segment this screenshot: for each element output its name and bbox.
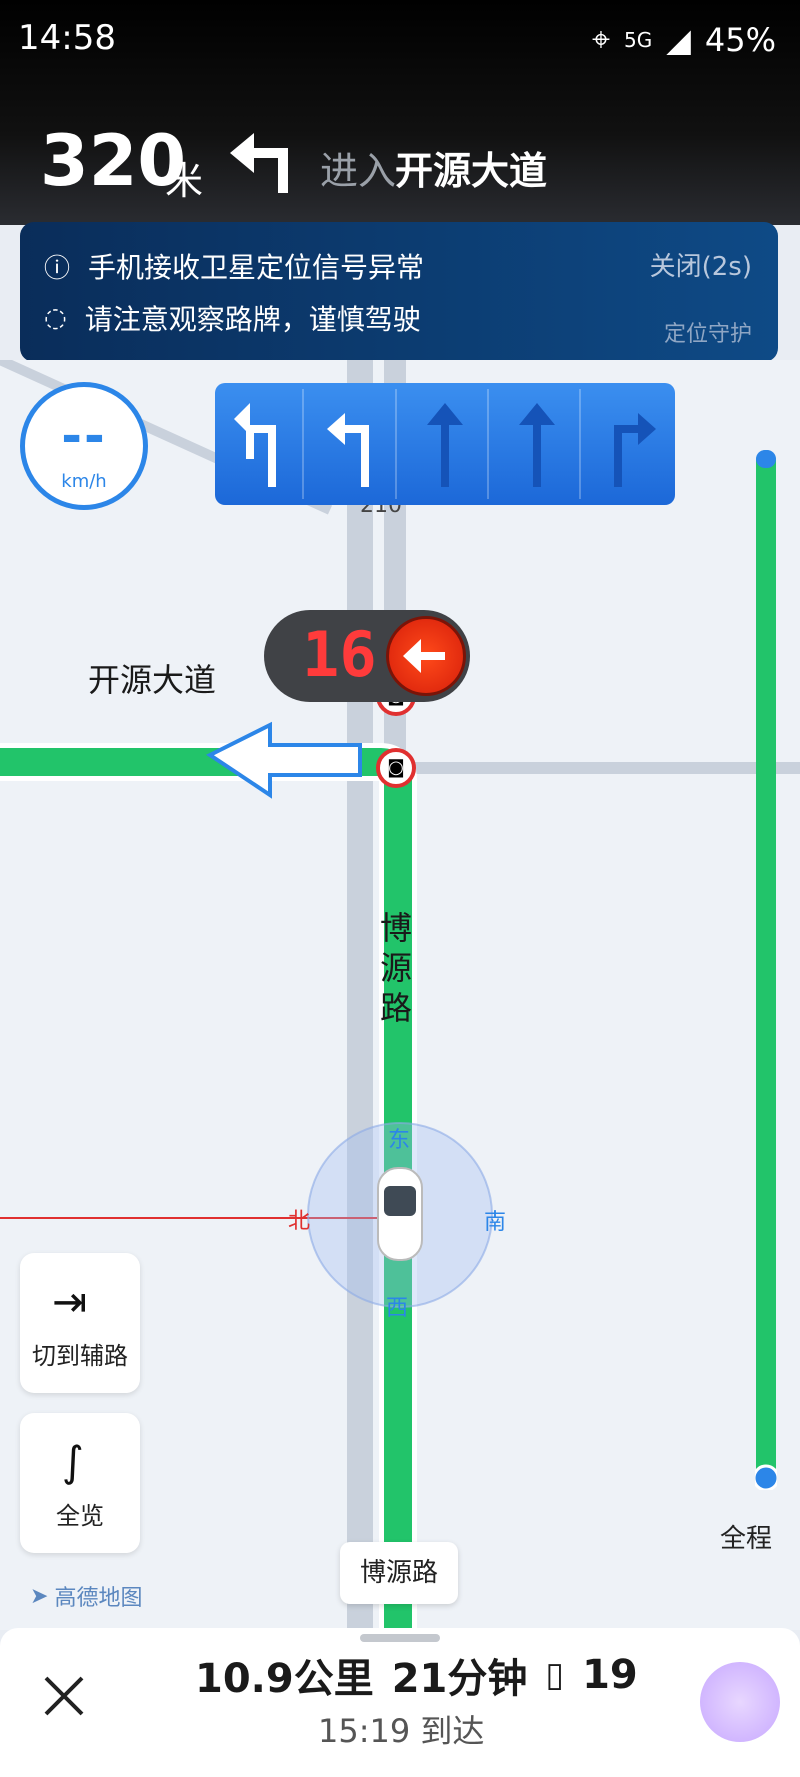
info-icon: ⓘ <box>44 253 71 284</box>
bulb-icon: ◌ <box>44 303 67 333</box>
turn-right-icon <box>588 389 672 499</box>
route-progress-bar <box>752 450 780 1492</box>
logo-icon: ➤ <box>30 1583 49 1609</box>
action-prefix: 进入 <box>320 149 397 193</box>
overview-label: 全览 <box>56 1502 104 1530</box>
overview-button[interactable]: ∫ 全览 <box>20 1413 140 1553</box>
alert-line2: 请注意观察路牌，谨慎驾驶 <box>84 303 421 336</box>
trip-distance: 10.9公里 <box>195 1656 374 1702</box>
trip-duration: 21分钟 <box>391 1656 528 1702</box>
compass-east: 东 <box>388 1128 411 1153</box>
straight-icon <box>403 389 489 499</box>
cross-road-label: 开源大道 <box>88 661 217 699</box>
traffic-signal: 16 <box>264 610 470 702</box>
location-icon: ⌖ <box>592 20 611 58</box>
battery-label: 45% <box>704 20 776 59</box>
switch-road-icon: ⇥ <box>52 1277 88 1326</box>
turn-left-icon <box>228 125 298 199</box>
turn-distance-unit: 米 <box>165 159 204 203</box>
route-overview-icon: ∫ <box>62 1437 84 1486</box>
compass-west: 西 <box>386 1296 409 1321</box>
turn-left-icon <box>311 389 397 499</box>
speed-value: -- <box>61 407 107 465</box>
traffic-light-count: 19 <box>582 1652 638 1698</box>
location-guard-label: 定位守护 <box>663 322 752 347</box>
status-time: 14:58 <box>18 18 116 58</box>
speed-badge: -- km/h <box>20 382 148 510</box>
current-road-chip: 博源路 <box>340 1542 458 1604</box>
switch-side-road-label: 切到辅路 <box>32 1342 128 1370</box>
u-turn-left-icon <box>218 389 305 499</box>
compass-south: 南 <box>484 1210 507 1235</box>
trip-summary: 10.9公里 21分钟 ▯ 19 <box>195 1646 638 1704</box>
gps-alert-banner: ⓘ 手机接收卫星定位信号异常 ◌ 请注意观察路牌，谨慎驾驶 关闭(2s) 定位守… <box>20 222 778 362</box>
lane-guidance <box>215 383 675 505</box>
speed-unit: km/h <box>61 471 107 492</box>
left-arrow-icon <box>386 616 466 696</box>
traffic-light-icon: ▯ <box>545 1655 565 1695</box>
signal-countdown: 16 <box>302 618 377 691</box>
arrival-time: 15:19 到达 <box>318 1712 485 1750</box>
compass-north: 北 <box>288 1209 311 1234</box>
camera-icon: ◙ <box>376 748 416 788</box>
next-road-name: 开源大道 <box>395 149 548 193</box>
sheet-handle[interactable] <box>360 1634 440 1642</box>
status-icons: ⌖ 5G ◢ 45% <box>592 20 776 59</box>
logo-text: 高德地图 <box>54 1586 143 1611</box>
straight-icon <box>495 389 582 499</box>
alert-line1: 手机接收卫星定位信号异常 <box>88 251 425 284</box>
main-road-label: 博源路 <box>380 909 413 1027</box>
route-full-label: 全程 <box>720 1524 773 1554</box>
app-logo: ➤ 高德地图 <box>30 1580 142 1612</box>
assistant-avatar[interactable] <box>700 1662 780 1742</box>
switch-side-road-button[interactable]: ⇥ 切到辅路 <box>20 1253 140 1393</box>
signal-icon: ◢ <box>666 20 691 59</box>
network-label: 5G <box>624 27 653 52</box>
close-icon[interactable] <box>38 1670 90 1722</box>
alert-close-button[interactable]: 关闭(2s) <box>650 246 752 283</box>
